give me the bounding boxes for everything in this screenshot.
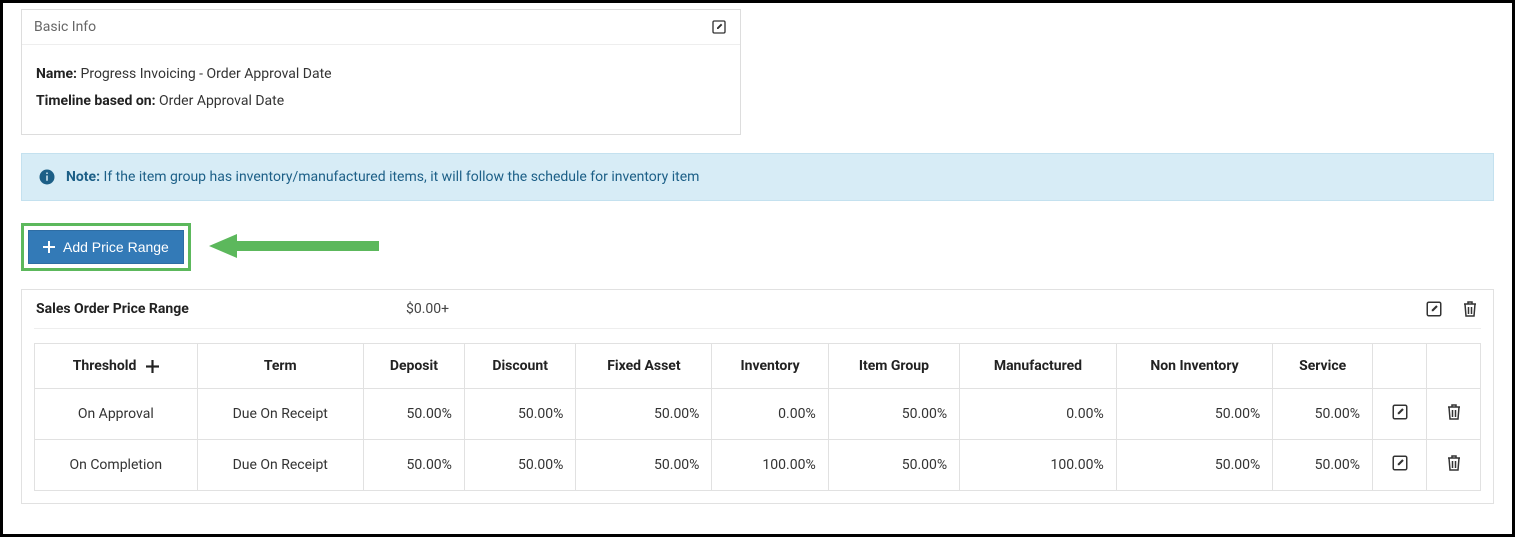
annotation-arrow bbox=[209, 232, 379, 260]
th-service: Service bbox=[1273, 344, 1373, 389]
cell-edit bbox=[1373, 440, 1427, 491]
note-label: Note: bbox=[66, 169, 100, 185]
cell-inventory: 100.00% bbox=[712, 440, 828, 491]
cell-non-inventory: 50.00% bbox=[1116, 440, 1273, 491]
cell-threshold: On Completion bbox=[35, 440, 198, 491]
add-price-range-highlight: Add Price Range bbox=[21, 223, 191, 271]
delete-row-button[interactable] bbox=[1445, 403, 1463, 421]
cell-fixed-asset: 50.00% bbox=[576, 389, 712, 440]
cell-discount: 50.00% bbox=[464, 389, 575, 440]
add-price-range-label: Add Price Range bbox=[63, 239, 169, 255]
delete-row-button[interactable] bbox=[1445, 454, 1463, 472]
note-text: If the item group has inventory/manufact… bbox=[104, 169, 700, 185]
page: Basic Info Name: Progress Invoicing - Or… bbox=[0, 0, 1515, 537]
edit-row-button[interactable] bbox=[1391, 403, 1409, 421]
plus-icon bbox=[43, 241, 55, 253]
cell-delete bbox=[1427, 440, 1481, 491]
name-label: Name: bbox=[36, 66, 77, 82]
cell-deposit: 50.00% bbox=[363, 389, 464, 440]
th-threshold-label: Threshold bbox=[73, 358, 137, 374]
table-row: On Completion Due On Receipt 50.00% 50.0… bbox=[35, 440, 1481, 491]
th-item-group: Item Group bbox=[828, 344, 959, 389]
cell-manufactured: 0.00% bbox=[960, 389, 1117, 440]
th-term: Term bbox=[197, 344, 363, 389]
cell-delete bbox=[1427, 389, 1481, 440]
edit-icon bbox=[1391, 403, 1409, 421]
edit-icon bbox=[1391, 454, 1409, 472]
timeline-value: Order Approval Date bbox=[159, 93, 284, 109]
trash-icon bbox=[1462, 300, 1478, 318]
th-delete bbox=[1427, 344, 1481, 389]
threshold-table: Threshold Term Deposit Discount Fixed As… bbox=[34, 343, 1481, 491]
edit-row-button[interactable] bbox=[1391, 454, 1409, 472]
trash-icon bbox=[1446, 403, 1462, 421]
th-manufactured: Manufactured bbox=[960, 344, 1117, 389]
table-row: On Approval Due On Receipt 50.00% 50.00%… bbox=[35, 389, 1481, 440]
th-inventory: Inventory bbox=[712, 344, 828, 389]
price-range-price: $0.00+ bbox=[406, 301, 449, 317]
cell-edit bbox=[1373, 389, 1427, 440]
price-range-header: Sales Order Price Range $0.00+ bbox=[34, 290, 1481, 329]
th-threshold: Threshold bbox=[35, 344, 198, 389]
basic-info-header: Basic Info bbox=[22, 10, 740, 45]
cell-service: 50.00% bbox=[1273, 440, 1373, 491]
add-price-range-button[interactable]: Add Price Range bbox=[28, 230, 184, 264]
cell-item-group: 50.00% bbox=[828, 440, 959, 491]
table-header-row: Threshold Term Deposit Discount Fixed As… bbox=[35, 344, 1481, 389]
cell-deposit: 50.00% bbox=[363, 440, 464, 491]
th-edit bbox=[1373, 344, 1427, 389]
basic-info-title: Basic Info bbox=[34, 19, 96, 35]
cell-fixed-asset: 50.00% bbox=[576, 440, 712, 491]
add-threshold-button[interactable] bbox=[146, 360, 159, 373]
price-range-title: Sales Order Price Range bbox=[36, 301, 406, 317]
cell-term: Due On Receipt bbox=[197, 440, 363, 491]
price-range-actions bbox=[1425, 300, 1479, 318]
edit-icon bbox=[711, 19, 727, 35]
cell-threshold: On Approval bbox=[35, 389, 198, 440]
cell-service: 50.00% bbox=[1273, 389, 1373, 440]
cell-inventory: 0.00% bbox=[712, 389, 828, 440]
trash-icon bbox=[1446, 454, 1462, 472]
basic-info-panel: Basic Info Name: Progress Invoicing - Or… bbox=[21, 9, 741, 135]
price-range-section: Sales Order Price Range $0.00+ bbox=[21, 289, 1494, 504]
cell-non-inventory: 50.00% bbox=[1116, 389, 1273, 440]
th-fixed-asset: Fixed Asset bbox=[576, 344, 712, 389]
note-banner: Note: If the item group has inventory/ma… bbox=[21, 153, 1494, 201]
th-deposit: Deposit bbox=[363, 344, 464, 389]
plus-icon bbox=[146, 360, 159, 373]
basic-info-body: Name: Progress Invoicing - Order Approva… bbox=[22, 45, 740, 134]
timeline-label: Timeline based on: bbox=[36, 93, 156, 109]
basic-info-timeline-row: Timeline based on: Order Approval Date bbox=[36, 88, 726, 115]
edit-basic-info-button[interactable] bbox=[710, 18, 728, 36]
th-discount: Discount bbox=[464, 344, 575, 389]
cell-manufactured: 100.00% bbox=[960, 440, 1117, 491]
cell-term: Due On Receipt bbox=[197, 389, 363, 440]
note-text-wrap: Note: If the item group has inventory/ma… bbox=[66, 169, 699, 185]
delete-price-range-button[interactable] bbox=[1461, 300, 1479, 318]
edit-price-range-button[interactable] bbox=[1425, 300, 1443, 318]
name-value: Progress Invoicing - Order Approval Date bbox=[81, 66, 332, 82]
info-icon bbox=[38, 168, 56, 186]
cell-discount: 50.00% bbox=[464, 440, 575, 491]
th-non-inventory: Non Inventory bbox=[1116, 344, 1273, 389]
edit-icon bbox=[1425, 300, 1443, 318]
cell-item-group: 50.00% bbox=[828, 389, 959, 440]
basic-info-name-row: Name: Progress Invoicing - Order Approva… bbox=[36, 61, 726, 88]
